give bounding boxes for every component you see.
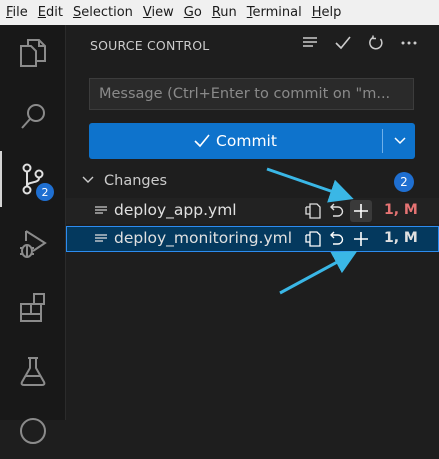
commit-dropdown-button[interactable] xyxy=(385,123,415,159)
changed-file-row[interactable]: deploy_app.yml 1, M xyxy=(66,198,439,224)
changed-file-row[interactable]: deploy_monitoring.yml 1, M xyxy=(66,226,439,252)
chevron-down-icon xyxy=(394,137,406,145)
menu-bar: File Edit Selection View Go Run Terminal… xyxy=(0,0,439,25)
file-actions xyxy=(304,200,372,222)
file-status: 1, M xyxy=(384,202,418,218)
explorer-icon xyxy=(19,39,46,67)
menu-file[interactable]: File xyxy=(0,0,32,25)
menu-go[interactable]: Go xyxy=(178,0,206,25)
file-lines-icon xyxy=(95,206,107,214)
plus-icon xyxy=(354,232,368,246)
menu-selection[interactable]: Selection xyxy=(67,0,137,25)
source-control-panel: SOURCE CONTROL Message (Ctrl+Enter to co… xyxy=(66,25,439,420)
discard-changes-icon[interactable] xyxy=(328,202,344,220)
changes-count-badge: 2 xyxy=(394,172,414,192)
file-name: deploy_monitoring.yml xyxy=(114,229,293,247)
chevron-down-icon xyxy=(82,176,94,183)
commit-check-icon[interactable] xyxy=(335,36,351,50)
menu-help[interactable]: Help xyxy=(306,0,346,25)
more-actions-icon[interactable] xyxy=(401,40,417,46)
view-as-list-icon[interactable] xyxy=(302,36,318,50)
checkmark-icon xyxy=(194,134,210,148)
changes-group-header[interactable]: Changes 2 xyxy=(66,170,439,194)
testing-icon xyxy=(20,357,45,386)
search-button[interactable] xyxy=(0,89,65,145)
plus-icon xyxy=(354,204,368,218)
menu-view[interactable]: View xyxy=(137,0,178,25)
file-status: 1, M xyxy=(384,230,418,246)
run-debug-button[interactable] xyxy=(0,215,65,271)
source-control-button[interactable]: 2 xyxy=(0,151,65,207)
commit-message-input[interactable]: Message (Ctrl+Enter to commit on "m... xyxy=(89,78,414,110)
explorer-button[interactable] xyxy=(0,25,65,81)
testing-button[interactable] xyxy=(0,343,65,399)
file-actions xyxy=(304,228,372,250)
changes-label: Changes xyxy=(104,173,168,189)
stage-changes-button[interactable] xyxy=(350,228,372,250)
accounts-button[interactable] xyxy=(0,403,65,459)
file-lines-icon xyxy=(95,234,107,242)
refresh-icon[interactable] xyxy=(368,35,384,51)
commit-button[interactable]: Commit xyxy=(89,123,382,159)
menu-edit[interactable]: Edit xyxy=(32,0,67,25)
open-file-icon[interactable] xyxy=(304,230,322,248)
extensions-icon xyxy=(19,293,45,322)
commit-button-group: Commit xyxy=(89,123,415,159)
menu-run[interactable]: Run xyxy=(206,0,241,25)
discard-changes-icon[interactable] xyxy=(328,230,344,248)
run-debug-icon xyxy=(19,230,47,258)
open-file-icon[interactable] xyxy=(304,202,322,220)
activity-bar: 2 xyxy=(0,25,66,444)
commit-divider xyxy=(382,129,383,153)
extensions-button[interactable] xyxy=(0,279,65,335)
panel-actions xyxy=(302,35,417,51)
stage-changes-button[interactable] xyxy=(350,200,372,222)
commit-label: Commit xyxy=(216,132,277,150)
scm-badge: 2 xyxy=(36,183,54,201)
panel-title: SOURCE CONTROL xyxy=(90,38,210,53)
search-icon xyxy=(20,104,45,129)
file-name: deploy_app.yml xyxy=(114,201,237,219)
menu-terminal[interactable]: Terminal xyxy=(241,0,306,25)
